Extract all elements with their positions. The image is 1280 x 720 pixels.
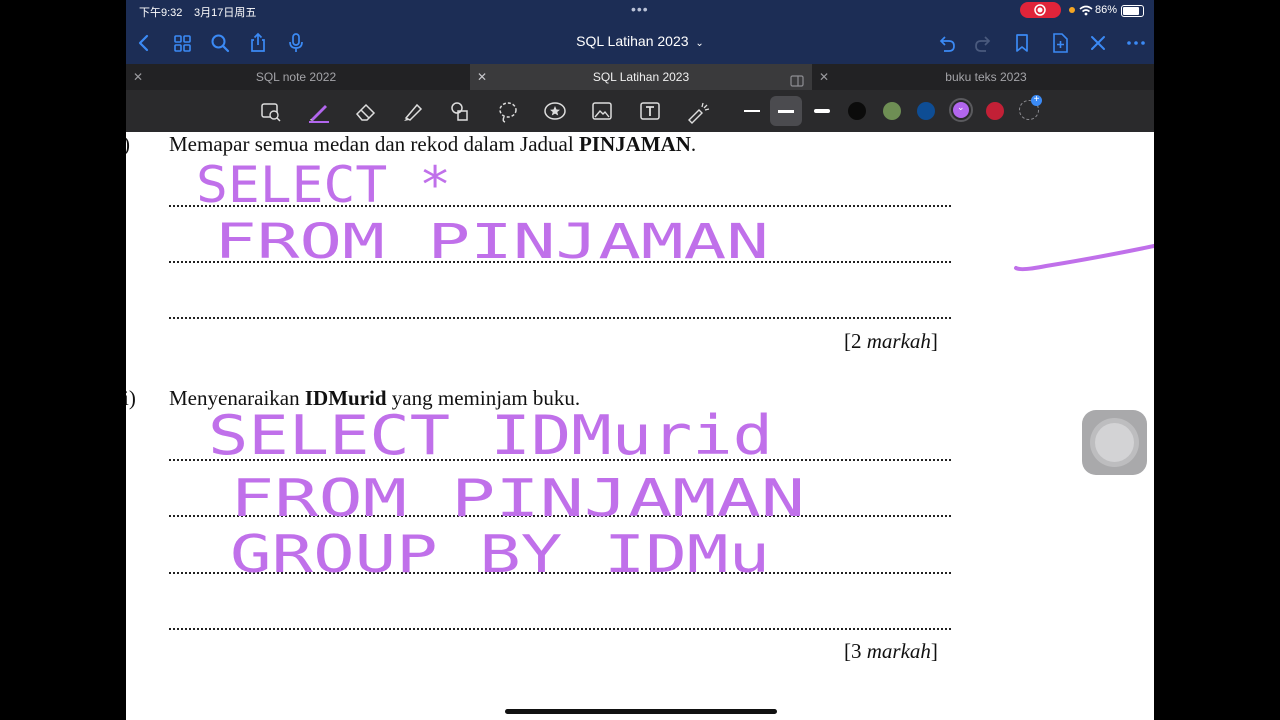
laser-pointer-icon[interactable] <box>683 98 711 124</box>
handwritten-ink-layer: SELECT * FROM PINJAMAN SELECT IDMurid FR… <box>196 156 1154 585</box>
share-icon[interactable] <box>246 31 270 55</box>
undo-icon[interactable] <box>934 31 958 55</box>
record-icon <box>1034 4 1046 16</box>
handwriting-answer2-line2: FROM PINJAMAN <box>230 469 805 529</box>
color-swatch-blue[interactable] <box>917 102 935 120</box>
battery-icon <box>1121 5 1144 17</box>
stroke-width-medium-selected[interactable] <box>770 96 802 126</box>
handwriting-answer2-line1: SELECT IDMurid <box>208 404 773 467</box>
shapes-icon[interactable] <box>446 98 474 124</box>
goodnotes-window: 下午9:32 3月17日周五 ••• 86% SQL Latihan 2023 … <box>126 0 1154 720</box>
tab-label: SQL note 2022 <box>255 70 337 84</box>
tab-close-icon[interactable]: ✕ <box>133 64 143 90</box>
search-icon[interactable] <box>208 31 232 55</box>
color-swatch-purple-selected[interactable]: ⌄ <box>949 98 973 122</box>
handwriting-answer1-line2: FROM PINJAMAN <box>214 214 769 270</box>
pen-tool-icon[interactable] <box>305 98 333 124</box>
add-page-icon[interactable] <box>1048 31 1072 55</box>
image-icon[interactable] <box>588 98 616 124</box>
chevron-down-icon: ⌄ <box>957 102 965 112</box>
thumbnails-grid-icon[interactable] <box>170 31 194 55</box>
document-title-menu[interactable]: SQL Latihan 2023 ⌄ <box>540 33 740 49</box>
stroke-width-thick[interactable] <box>814 109 830 113</box>
multitask-dots-icon[interactable]: ••• <box>631 1 649 17</box>
document-title: SQL Latihan 2023 <box>576 33 689 49</box>
color-swatch-red[interactable] <box>986 102 1004 120</box>
bookmark-icon[interactable] <box>1010 31 1034 55</box>
back-chevron-icon[interactable] <box>132 31 156 55</box>
tab-close-icon[interactable]: ✕ <box>819 64 829 90</box>
redo-icon[interactable] <box>972 31 996 55</box>
stroke-width-thin[interactable] <box>744 110 760 112</box>
battery-percent: 86% <box>1095 4 1118 16</box>
home-indicator[interactable] <box>505 709 777 714</box>
microphone-icon[interactable] <box>284 31 308 55</box>
tab-sql-note-2022[interactable]: SQL note 2022 <box>146 64 446 90</box>
tab-close-icon[interactable]: ✕ <box>477 64 487 90</box>
assistive-touch-button[interactable] <box>1082 410 1147 475</box>
navigation-bar: SQL Latihan 2023 ⌄ <box>126 22 1154 64</box>
lasso-icon[interactable] <box>494 98 522 124</box>
tab-buku-teks-2023[interactable]: buku teks 2023 <box>836 64 1136 90</box>
color-swatch-black[interactable] <box>848 102 866 120</box>
add-color-button[interactable]: + <box>1019 95 1042 120</box>
ink-stroke <box>1014 244 1154 272</box>
sticker-icon[interactable] <box>541 98 569 124</box>
more-options-icon[interactable] <box>1124 31 1148 55</box>
handwriting-answer1-line1: SELECT * <box>196 156 451 214</box>
screen-recording-indicator[interactable] <box>1020 2 1061 18</box>
highlighter-icon[interactable] <box>399 98 427 124</box>
drawing-toolbar: ⌄ + <box>126 90 1154 132</box>
tab-label: SQL Latihan 2023 <box>592 70 690 84</box>
close-icon[interactable] <box>1086 31 1110 55</box>
handwriting-answer2-line3: GROUP BY IDMu <box>230 525 770 585</box>
assistive-touch-icon <box>1095 423 1134 462</box>
plus-icon: + <box>1031 95 1042 106</box>
color-swatch-green[interactable] <box>883 102 901 120</box>
status-date: 3月17日周五 <box>194 7 257 19</box>
tab-bar: ✕ SQL note 2022 ✕ SQL Latihan 2023 ✕ buk… <box>126 64 1154 90</box>
eraser-icon[interactable] <box>352 98 380 124</box>
tab-label: buku teks 2023 <box>945 70 1027 84</box>
tab-sql-latihan-2023[interactable]: ✕ SQL Latihan 2023 <box>470 64 812 90</box>
notebook-page[interactable]: ) Memapar semua medan dan rekod dalam Ja… <box>126 132 1154 720</box>
text-tool-icon[interactable] <box>636 98 664 124</box>
mic-in-use-dot <box>1069 7 1075 13</box>
wifi-icon <box>1079 5 1093 19</box>
lasso-zoom-icon[interactable] <box>257 98 285 124</box>
status-bar: 下午9:32 3月17日周五 ••• 86% <box>126 0 1154 22</box>
chevron-down-icon: ⌄ <box>695 38 704 49</box>
status-time: 下午9:32 <box>139 7 183 19</box>
